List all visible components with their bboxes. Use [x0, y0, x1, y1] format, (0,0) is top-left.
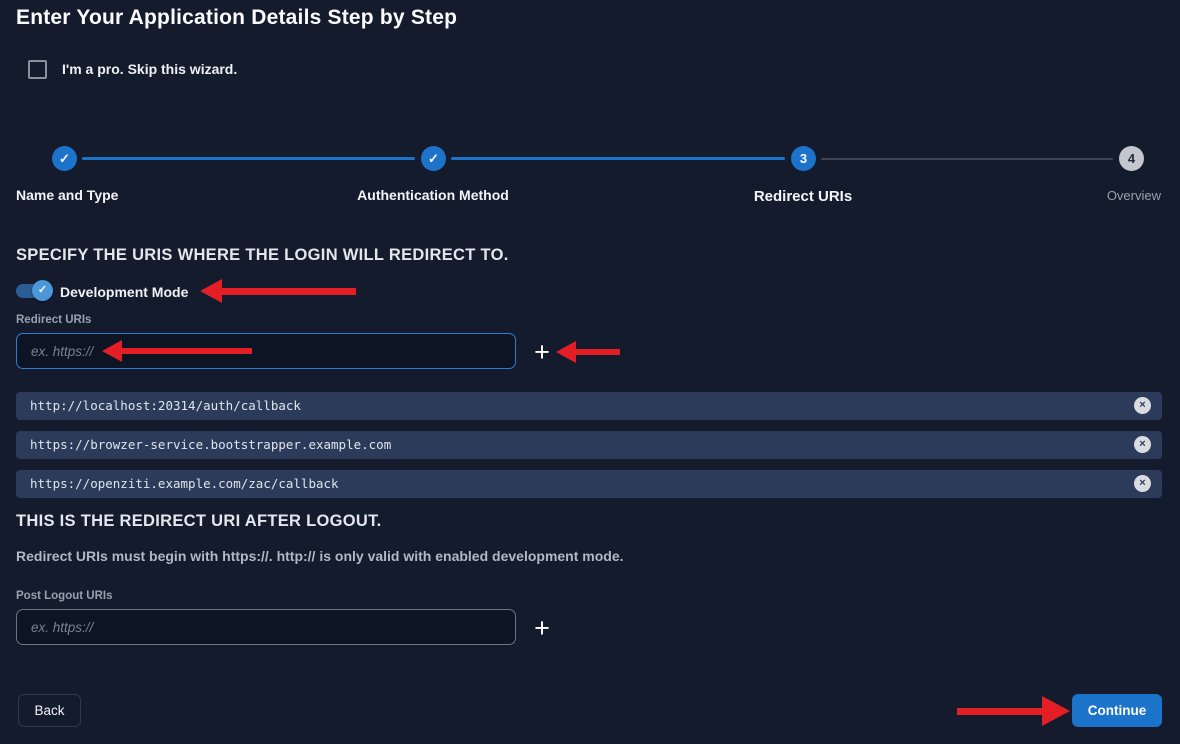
- step-number: 4: [1128, 151, 1135, 166]
- step-connector-1-2: [82, 157, 415, 160]
- uri-value: https://browzer-service.bootstrapper.exa…: [30, 431, 391, 459]
- post-logout-uris-field-label: Post Logout URIs: [16, 590, 112, 602]
- back-button[interactable]: Back: [18, 694, 81, 727]
- step-connector-3-4: [821, 158, 1113, 160]
- step-label-name-and-type: Name and Type: [16, 187, 118, 203]
- arrow-bar: [222, 288, 356, 295]
- step-label-authentication-method: Authentication Method: [333, 187, 533, 203]
- wizard-stepper: ✓ ✓ 3 4 Name and Type Authentication Met…: [0, 0, 1180, 215]
- step-circle-name-and-type: ✓: [52, 146, 77, 171]
- redirect-section-heading: SPECIFY THE URIS WHERE THE LOGIN WILL RE…: [16, 246, 509, 265]
- arrow-bar: [957, 708, 1042, 715]
- step-connector-2-3: [451, 157, 785, 160]
- step-circle-overview: 4: [1119, 146, 1144, 171]
- post-logout-uri-input[interactable]: [16, 609, 516, 645]
- annotation-arrow-continue: [957, 696, 1070, 726]
- check-icon: ✓: [428, 152, 439, 165]
- toggle-thumb: ✓: [32, 280, 53, 301]
- development-mode-label: Development Mode: [60, 284, 188, 300]
- step-number: 3: [800, 151, 807, 166]
- redirect-uri-input[interactable]: [16, 333, 516, 369]
- redirect-uris-field-label: Redirect URIs: [16, 314, 91, 326]
- step-circle-authentication-method: ✓: [421, 146, 446, 171]
- remove-uri-icon[interactable]: ×: [1134, 397, 1151, 414]
- annotation-arrow-dev-mode: [200, 279, 356, 303]
- redirect-uri-note: Redirect URIs must begin with https://. …: [16, 548, 624, 564]
- add-post-logout-uri-button[interactable]: +: [529, 612, 555, 644]
- logout-section-heading: THIS IS THE REDIRECT URI AFTER LOGOUT.: [16, 512, 382, 531]
- development-mode-toggle[interactable]: ✓: [16, 280, 54, 302]
- remove-uri-icon[interactable]: ×: [1134, 436, 1151, 453]
- arrow-bar: [122, 348, 252, 354]
- arrow-head-icon: [102, 340, 122, 362]
- uri-value: http://localhost:20314/auth/callback: [30, 392, 301, 420]
- step-label-overview: Overview: [1061, 188, 1161, 203]
- annotation-arrow-uri-input: [102, 340, 252, 362]
- add-redirect-uri-button[interactable]: +: [529, 336, 555, 368]
- remove-uri-icon[interactable]: ×: [1134, 475, 1151, 492]
- arrow-head-icon: [556, 341, 576, 363]
- application-wizard-page: Enter Your Application Details Step by S…: [0, 0, 1180, 744]
- check-icon: ✓: [38, 285, 47, 296]
- redirect-uri-row: http://localhost:20314/auth/callback ×: [16, 392, 1162, 420]
- check-icon: ✓: [59, 152, 70, 165]
- step-label-redirect-uris: Redirect URIs: [703, 188, 903, 205]
- uri-value: https://openziti.example.com/zac/callbac…: [30, 470, 339, 498]
- continue-button[interactable]: Continue: [1072, 694, 1162, 727]
- annotation-arrow-add-button: [556, 341, 620, 363]
- step-circle-redirect-uris: 3: [791, 146, 816, 171]
- arrow-head-icon: [200, 279, 222, 303]
- arrow-bar: [576, 349, 620, 355]
- redirect-uri-row: https://openziti.example.com/zac/callbac…: [16, 470, 1162, 498]
- redirect-uri-row: https://browzer-service.bootstrapper.exa…: [16, 431, 1162, 459]
- arrow-head-icon: [1042, 696, 1070, 726]
